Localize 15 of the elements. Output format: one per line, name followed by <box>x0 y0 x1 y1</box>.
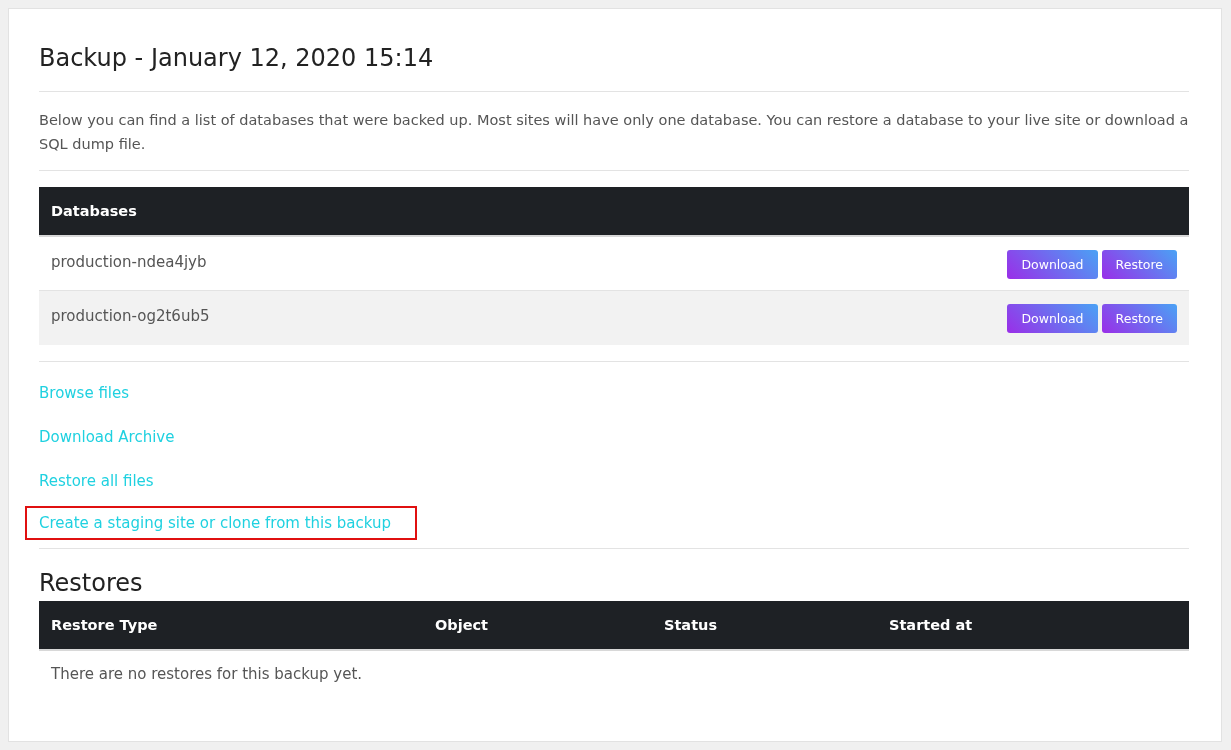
page-title: Backup - January 12, 2020 15:14 <box>39 43 435 72</box>
column-header: Databases <box>51 203 137 219</box>
section-heading: Restores <box>39 569 144 597</box>
action-button[interactable]: Download <box>1007 250 1098 279</box>
action-button[interactable]: Restore <box>1101 250 1177 279</box>
column-header: Object <box>435 617 490 633</box>
action-button[interactable]: Restore <box>1101 304 1177 333</box>
column-header: Status <box>664 617 719 633</box>
database-name: production-ndea4jyb <box>51 252 207 273</box>
column-header: Started at <box>889 617 974 633</box>
action-button[interactable]: Download <box>1007 304 1098 333</box>
empty-message: There are no restores for this backup yet. <box>50 664 364 685</box>
intro-text: Below you can find a list of databases that were backed up. Most sites will have only one database. You can restore a database to your live site or download a SQL dump file. <box>39 111 1189 154</box>
database-name: production-og2t6ub5 <box>51 306 210 327</box>
column-header: Restore Type <box>51 617 159 633</box>
